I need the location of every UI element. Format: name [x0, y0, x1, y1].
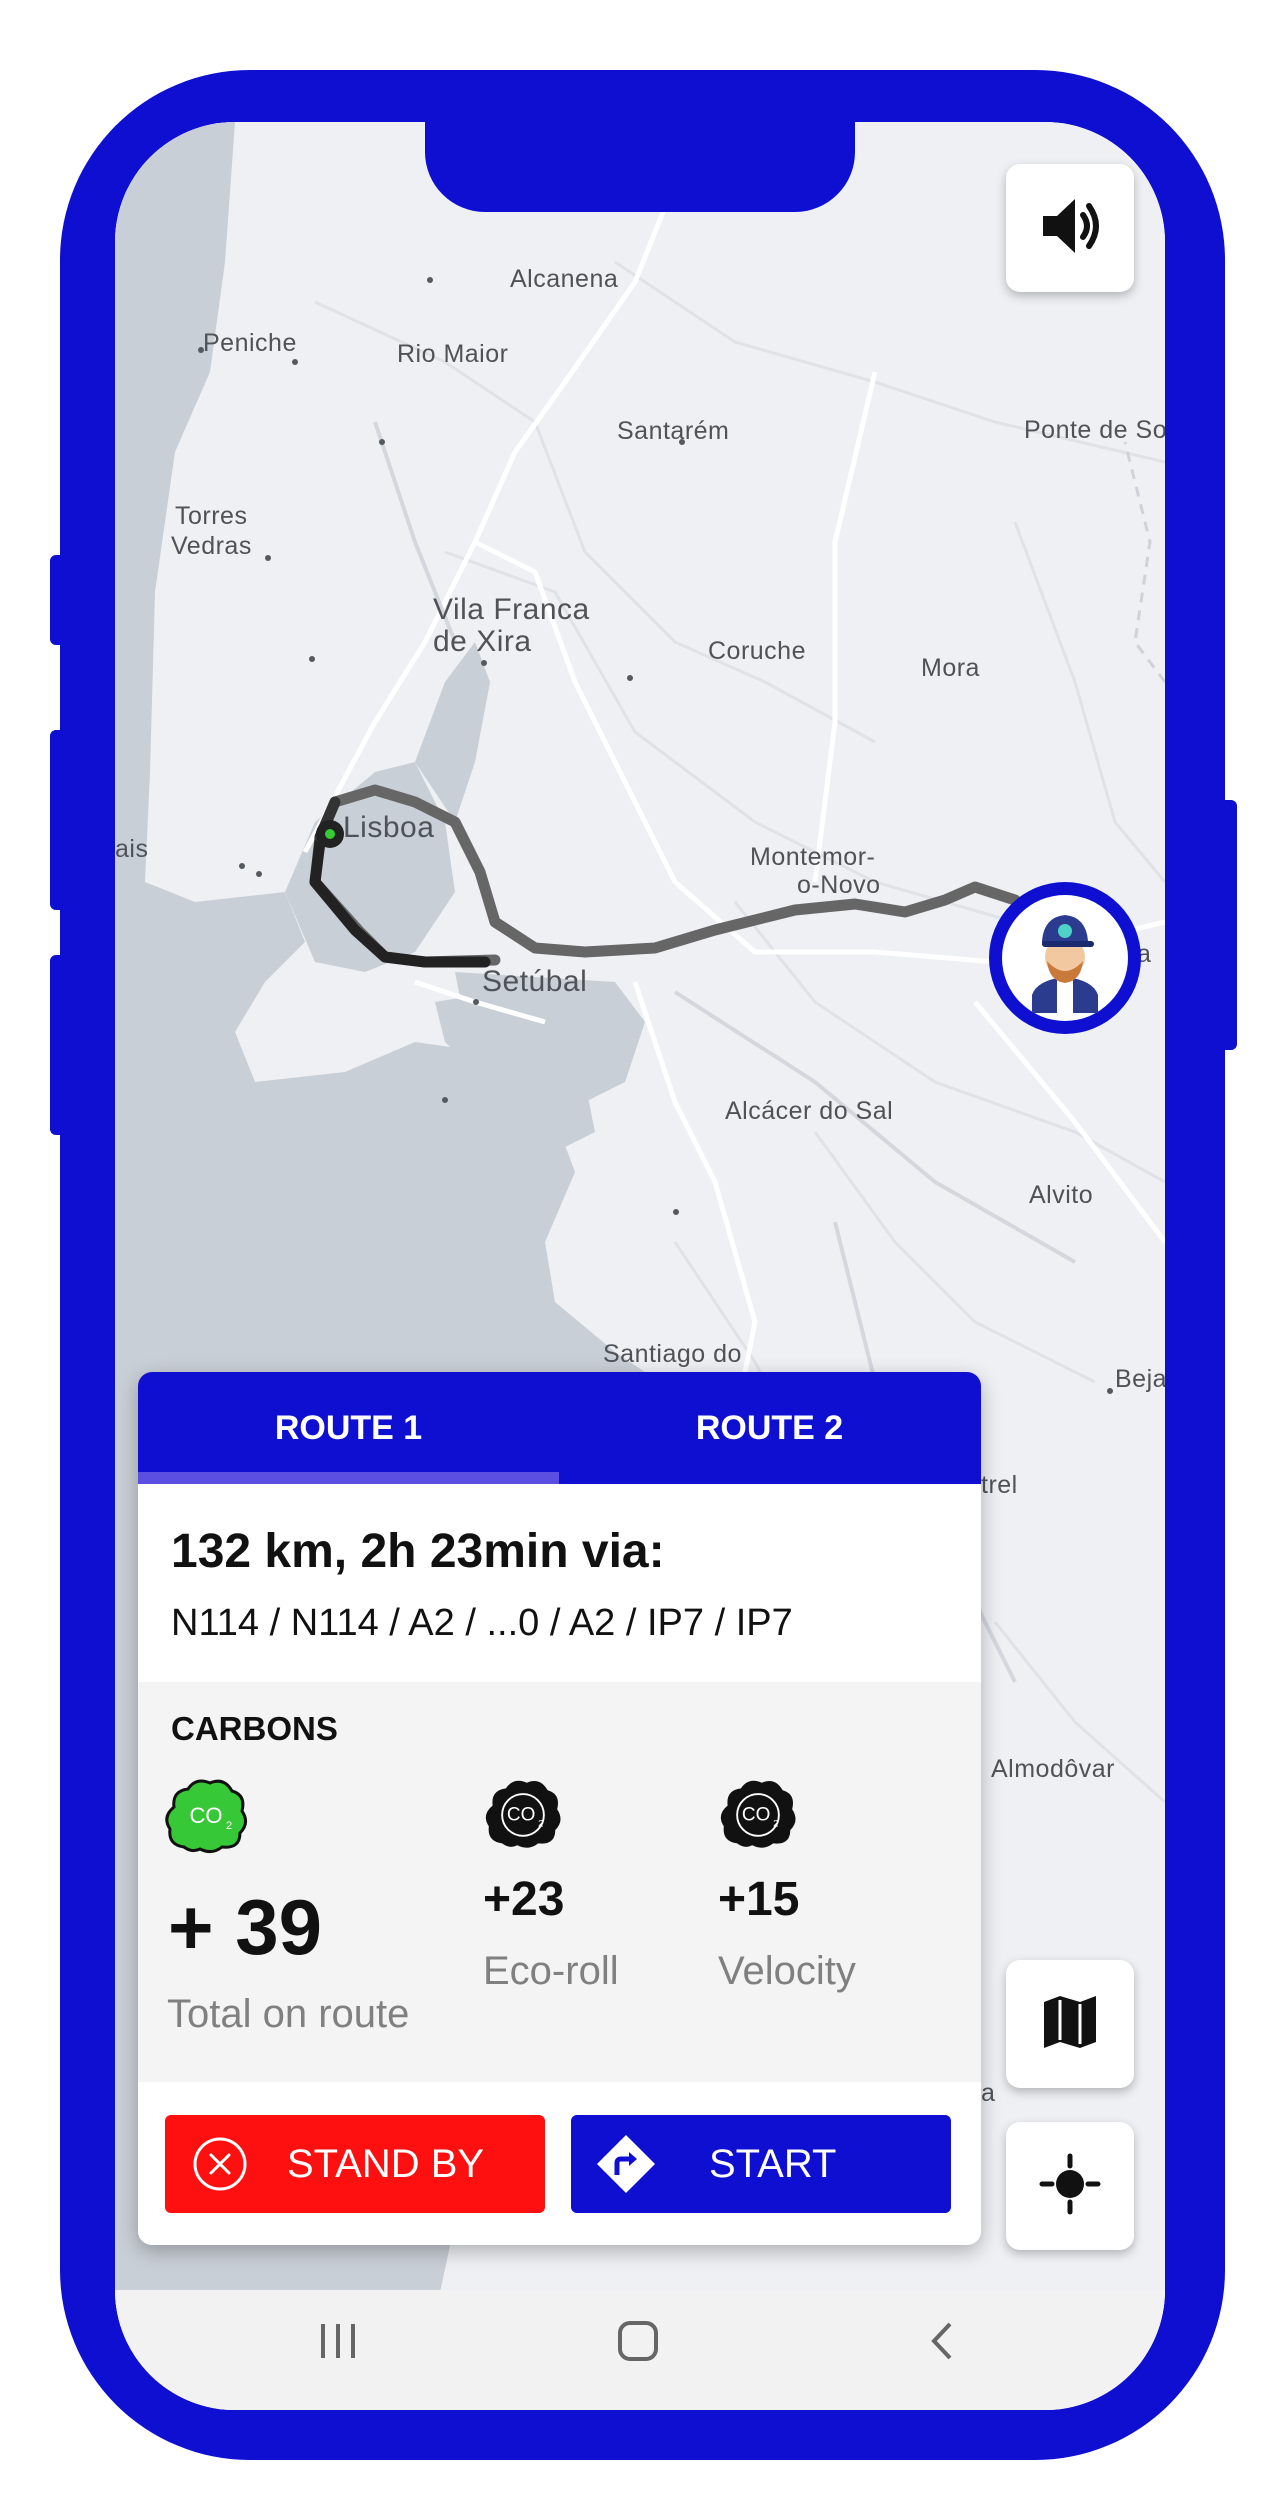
tab-route-1[interactable]: ROUTE 1: [138, 1372, 559, 1484]
carbons-panel: CARBONS CO 2 CO 2 CO 2 + 39 Total on rou…: [138, 1682, 981, 2082]
co2-green-icon: CO 2: [164, 1777, 248, 1860]
map-city-label: Vedras: [171, 532, 252, 560]
map-city-label: Almodôvar: [991, 1755, 1115, 1783]
start-button[interactable]: START: [571, 2115, 951, 2213]
map-city-label: Peniche: [203, 329, 297, 357]
map-city-label: ais: [115, 835, 149, 863]
co2-black-icon: CO 2: [718, 1777, 798, 1856]
total-carbon-value: + 39: [168, 1883, 322, 1971]
map-city-label: Montemor-: [750, 843, 876, 871]
eco-roll-label: Eco-roll: [483, 1949, 619, 1993]
start-label: START: [709, 2141, 837, 2186]
map-city-label: trel: [981, 1471, 1018, 1499]
route-distance-time: 132 km, 2h 23min via:: [171, 1525, 665, 1578]
active-tab-indicator: [138, 1472, 559, 1484]
system-navigation-bar: [115, 2290, 1165, 2410]
map-city-label: Torres: [175, 502, 248, 530]
route-card: ROUTE 1 ROUTE 2 132 km, 2h 23min via: N1…: [138, 1372, 981, 2245]
side-button-left-1: [50, 555, 70, 645]
velocity-label: Velocity: [718, 1949, 856, 1993]
svg-text:CO: CO: [507, 1805, 535, 1826]
route-summary: 132 km, 2h 23min via: N114 / N114 / A2 /…: [138, 1484, 981, 1682]
map-city-label: Santiago do: [603, 1340, 742, 1368]
map-layers-button[interactable]: [1006, 1960, 1134, 2088]
side-button-right: [1215, 800, 1237, 1050]
carbons-title: CARBONS: [171, 1710, 338, 1747]
svg-text:2: 2: [773, 1818, 778, 1829]
folded-map-icon: [1038, 1990, 1102, 2059]
screen-notch: [425, 122, 855, 212]
svg-text:CO: CO: [742, 1805, 770, 1826]
turn-right-icon: [595, 2133, 657, 2195]
map-city-label: Setúbal: [482, 965, 588, 998]
map-city-label: o-Novo: [797, 871, 881, 899]
svg-text:2: 2: [538, 1818, 543, 1829]
map-city-label: Mora: [921, 654, 980, 682]
velocity-value: +15: [718, 1873, 800, 1926]
map-city-label: Vila Franca: [433, 593, 590, 626]
locate-me-button[interactable]: [1006, 2122, 1134, 2250]
map-city-label: Coruche: [708, 637, 806, 665]
map-city-label: Beja: [1115, 1365, 1165, 1393]
back-icon[interactable]: [920, 2318, 966, 2369]
route-roads: N114 / N114 / A2 / ...0 / A2 / IP7 / IP7: [171, 1602, 793, 1644]
map-city-label: Santarém: [617, 417, 730, 445]
side-button-left-3: [50, 955, 70, 1135]
side-button-left-2: [50, 730, 70, 910]
map-city-label: Alvito: [1029, 1181, 1094, 1209]
map-city-label: Lisboa: [343, 811, 435, 844]
map-city-label: Ponte de So: [1024, 416, 1165, 444]
stand-by-label: STAND BY: [287, 2141, 485, 2186]
sound-button[interactable]: [1006, 164, 1134, 292]
route-actions: STAND BY START: [138, 2082, 981, 2245]
speaker-volume-icon: [1035, 191, 1105, 266]
close-circle-icon: [191, 2135, 249, 2193]
recent-apps-icon[interactable]: [315, 2318, 361, 2369]
total-carbon-label: Total on route: [167, 1992, 410, 2036]
phone-screen: Alcanena Peniche Rio Maior Santarém Pont…: [115, 122, 1165, 2410]
map-city-label: a: [981, 2079, 996, 2107]
route-tabs: ROUTE 1 ROUTE 2: [138, 1372, 981, 1484]
tab-route-2[interactable]: ROUTE 2: [559, 1372, 980, 1484]
gps-locate-icon: [1038, 2152, 1102, 2221]
map-city-label: Rio Maior: [397, 340, 509, 368]
stand-by-button[interactable]: STAND BY: [165, 2115, 545, 2213]
home-icon[interactable]: [615, 2318, 661, 2369]
map-city-label: de Xira: [433, 625, 532, 658]
svg-text:2: 2: [226, 1820, 232, 1832]
driver-avatar-icon: [1002, 915, 1128, 1025]
co2-glyph: CO: [190, 1803, 223, 1828]
driver-location-marker[interactable]: [989, 882, 1141, 1034]
map-city-label: Alcácer do Sal: [725, 1097, 894, 1125]
co2-black-icon: CO 2: [483, 1777, 563, 1856]
eco-roll-value: +23: [483, 1873, 565, 1926]
map-city-label: Alcanena: [510, 265, 619, 293]
